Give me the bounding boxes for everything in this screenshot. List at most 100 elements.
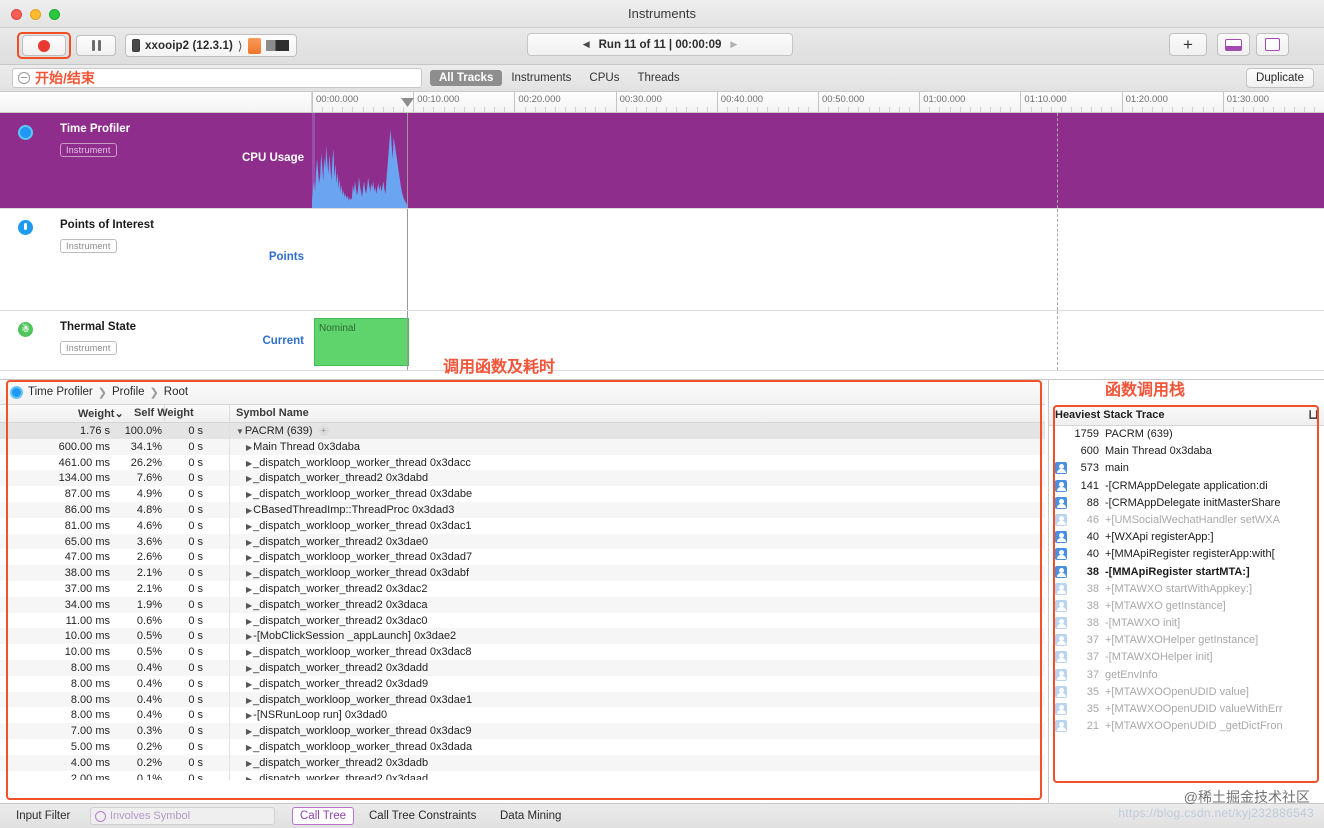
- breadcrumb-item-profile[interactable]: Profile: [112, 386, 145, 398]
- stack-frame-row[interactable]: 37 -[MTAWXOHelper init]: [1049, 649, 1324, 666]
- playhead[interactable]: [407, 311, 408, 370]
- table-row[interactable]: 47.00 ms 2.6% 0 s ▶_dispatch_workloop_worke…: [0, 549, 1045, 566]
- table-row[interactable]: 7.00 ms 0.3% 0 s ▶_dispatch_workloop_worker…: [0, 723, 1045, 739]
- stack-frame-row[interactable]: 600 Main Thread 0x3daba: [1049, 443, 1324, 460]
- tab-threads[interactable]: Threads: [628, 70, 688, 86]
- disclosure-triangle-closed-icon[interactable]: ▶: [246, 585, 252, 594]
- breadcrumb[interactable]: Time Profiler ❯ Profile ❯ Root: [0, 380, 1045, 405]
- disclosure-triangle-closed-icon[interactable]: ▶: [246, 474, 252, 483]
- disclosure-triangle-closed-icon[interactable]: ▶: [246, 459, 252, 468]
- stack-frame-row[interactable]: 40 +[MMApiRegister registerApp:with[: [1049, 546, 1324, 563]
- stack-frame-row[interactable]: 141 -[CRMAppDelegate application:di: [1049, 478, 1324, 495]
- track-header-points-of-interest[interactable]: Points of Interest Instrument Points: [0, 209, 312, 310]
- stack-frame-row[interactable]: 38 +[MTAWXO getInstance]: [1049, 598, 1324, 615]
- disclosure-triangle-closed-icon[interactable]: ▶: [246, 632, 252, 641]
- table-row[interactable]: 1.76 s 100.0% 0 s ▼PACRM (639) +: [0, 423, 1045, 439]
- prev-run-icon[interactable]: ◀: [583, 39, 590, 50]
- table-row[interactable]: 8.00 ms 0.4% 0 s ▶_dispatch_worker_thread2 …: [0, 659, 1045, 676]
- playhead[interactable]: [407, 209, 408, 310]
- breadcrumb-item-time-profiler[interactable]: Time Profiler: [28, 386, 93, 398]
- stack-frame-row[interactable]: 35 +[MTAWXOOpenUDID valueWithErr: [1049, 701, 1324, 718]
- disclosure-triangle-closed-icon[interactable]: ▶: [246, 617, 252, 626]
- column-divider[interactable]: [229, 405, 230, 423]
- disclosure-triangle-closed-icon[interactable]: ▶: [246, 601, 252, 610]
- record-button[interactable]: [22, 35, 66, 56]
- next-run-icon[interactable]: ▶: [730, 39, 737, 50]
- stack-frame-row[interactable]: 38 -[MMApiRegister startMTA:]: [1049, 564, 1324, 581]
- call-tree-rows[interactable]: 1.76 s 100.0% 0 s ▼PACRM (639) +600.00 ms 34.…: [0, 423, 1045, 780]
- toggle-right-pane-button[interactable]: [1256, 33, 1289, 56]
- table-row[interactable]: 87.00 ms 4.9% 0 s ▶_dispatch_workloop_worke…: [0, 486, 1045, 502]
- table-row[interactable]: 37.00 ms 2.1% 0 s ▶_dispatch_worker_thread2…: [0, 580, 1045, 597]
- disclosure-triangle-closed-icon[interactable]: ▶: [246, 553, 252, 562]
- table-row[interactable]: 8.00 ms 0.4% 0 s ▶_dispatch_worker_thread2 …: [0, 675, 1045, 692]
- table-row[interactable]: 81.00 ms 4.6% 0 s ▶_dispatch_workloop_worke…: [0, 517, 1045, 534]
- disclosure-triangle-closed-icon[interactable]: ▶: [246, 648, 252, 657]
- playhead[interactable]: [401, 98, 414, 208]
- track-body-time-profiler[interactable]: [312, 98, 1324, 208]
- pause-button[interactable]: [76, 35, 116, 56]
- stack-frame-row[interactable]: 1759 PACRM (639): [1049, 426, 1324, 443]
- disclosure-triangle-open-icon[interactable]: ▼: [236, 427, 244, 436]
- table-row[interactable]: 10.00 ms 0.5% 0 s ▶_dispatch_workloop_worke…: [0, 644, 1045, 660]
- disclosure-triangle-closed-icon[interactable]: ▶: [246, 443, 252, 452]
- column-header-weight[interactable]: Weight⌄: [78, 407, 124, 420]
- stack-frame-row[interactable]: 38 -[MTAWXO init]: [1049, 615, 1324, 632]
- table-row[interactable]: 461.00 ms 26.2% 0 s ▶_dispatch_workloop_wor…: [0, 454, 1045, 471]
- table-row[interactable]: 65.00 ms 3.6% 0 s ▶_dispatch_worker_thread2…: [0, 533, 1045, 550]
- duplicate-button[interactable]: Duplicate: [1246, 68, 1314, 88]
- row-add-icon[interactable]: +: [318, 426, 329, 436]
- disclosure-triangle-closed-icon[interactable]: ▶: [246, 727, 252, 736]
- stack-frame-row[interactable]: 88 -[CRMAppDelegate initMasterShare: [1049, 495, 1324, 512]
- table-row[interactable]: 5.00 ms 0.2% 0 s ▶_dispatch_workloop_worker…: [0, 738, 1045, 755]
- track-scope-segmented-control[interactable]: All Tracks Instruments CPUs Threads: [430, 68, 689, 87]
- stack-frame-row[interactable]: 46 +[UMSocialWechatHandler setWXA: [1049, 512, 1324, 529]
- stack-compare-icon[interactable]: ⊔: [1308, 407, 1319, 423]
- table-row[interactable]: 34.00 ms 1.9% 0 s ▶_dispatch_worker_thread2…: [0, 596, 1045, 613]
- disclosure-triangle-closed-icon[interactable]: ▶: [246, 522, 252, 531]
- tab-instruments[interactable]: Instruments: [502, 70, 580, 86]
- disclosure-triangle-closed-icon[interactable]: ▶: [246, 759, 252, 768]
- table-row[interactable]: 4.00 ms 0.2% 0 s ▶_dispatch_worker_thread2 …: [0, 754, 1045, 771]
- track-search-input[interactable]: 开始/结束: [12, 68, 422, 88]
- disclosure-triangle-closed-icon[interactable]: ▶: [246, 538, 252, 547]
- time-ruler[interactable]: 00:00.000 00:10.000 00:20.000 00:30.000 00:4…: [312, 92, 1324, 113]
- table-row[interactable]: 600.00 ms 34.1% 0 s ▶Main Thread 0x3daba: [0, 438, 1045, 455]
- run-navigator[interactable]: ◀ Run 11 of 11 | 00:00:09 ▶: [527, 33, 793, 56]
- stack-frame-row[interactable]: 35 +[MTAWXOOpenUDID value]: [1049, 684, 1324, 701]
- call-tree-constraints-button[interactable]: Call Tree Constraints: [369, 810, 476, 822]
- table-row[interactable]: 8.00 ms 0.4% 0 s ▶_dispatch_workloop_worker…: [0, 691, 1045, 708]
- tab-cpus[interactable]: CPUs: [580, 70, 628, 86]
- track-body-points-of-interest[interactable]: [312, 209, 1324, 310]
- add-instrument-button[interactable]: +: [1169, 33, 1207, 56]
- track-points-of-interest[interactable]: Points of Interest Instrument Points: [0, 209, 1324, 311]
- table-row[interactable]: 2.00 ms 0.1% 0 s ▶_dispatch_worker_thread2 …: [0, 770, 1045, 780]
- disclosure-triangle-closed-icon[interactable]: ▶: [246, 680, 252, 689]
- track-time-profiler[interactable]: Time Profiler Instrument CPU Usage: [0, 98, 1324, 209]
- track-header-thermal-state[interactable]: ☃ Thermal State Instrument Current: [0, 311, 312, 370]
- table-row[interactable]: 8.00 ms 0.4% 0 s ▶-[NSRunLoop run] 0x3dad0: [0, 707, 1045, 724]
- call-tree-button[interactable]: Call Tree: [292, 807, 355, 825]
- disclosure-triangle-closed-icon[interactable]: ▶: [246, 490, 252, 499]
- table-row[interactable]: 86.00 ms 4.8% 0 s ▶CBasedThreadImp::ThreadP…: [0, 501, 1045, 518]
- column-header-symbol-name[interactable]: Symbol Name: [236, 407, 309, 419]
- disclosure-triangle-closed-icon[interactable]: ▶: [246, 711, 252, 720]
- disclosure-triangle-closed-icon[interactable]: ▶: [246, 775, 252, 780]
- stack-frame-row[interactable]: 38 +[MTAWXO startWithAppkey:]: [1049, 581, 1324, 598]
- table-row[interactable]: 38.00 ms 2.1% 0 s ▶_dispatch_workloop_worke…: [0, 565, 1045, 581]
- toggle-bottom-pane-button[interactable]: [1217, 33, 1250, 56]
- device-target-selector[interactable]: xxooip2 (12.3.1) ⟩: [125, 34, 297, 57]
- stack-frame-row[interactable]: 573 main: [1049, 460, 1324, 477]
- breadcrumb-item-root[interactable]: Root: [164, 386, 188, 398]
- stack-trace-rows[interactable]: 1759 PACRM (639) 600 Main Thread 0x3daba 573…: [1049, 426, 1324, 756]
- table-row[interactable]: 134.00 ms 7.6% 0 s ▶_dispatch_worker_thread…: [0, 470, 1045, 487]
- thermal-state-nominal-block[interactable]: Nominal: [314, 318, 409, 366]
- table-row[interactable]: 11.00 ms 0.6% 0 s ▶_dispatch_worker_thread2…: [0, 612, 1045, 629]
- stack-frame-row[interactable]: 37 +[MTAWXOHelper getInstance]: [1049, 632, 1324, 649]
- disclosure-triangle-closed-icon[interactable]: ▶: [246, 743, 252, 752]
- disclosure-triangle-closed-icon[interactable]: ▶: [246, 506, 252, 515]
- stack-frame-row[interactable]: 40 +[WXApi registerApp:]: [1049, 529, 1324, 546]
- track-thermal-state[interactable]: ☃ Thermal State Instrument Current Nomin…: [0, 311, 1324, 371]
- data-mining-button[interactable]: Data Mining: [500, 810, 561, 822]
- disclosure-triangle-closed-icon[interactable]: ▶: [246, 569, 252, 578]
